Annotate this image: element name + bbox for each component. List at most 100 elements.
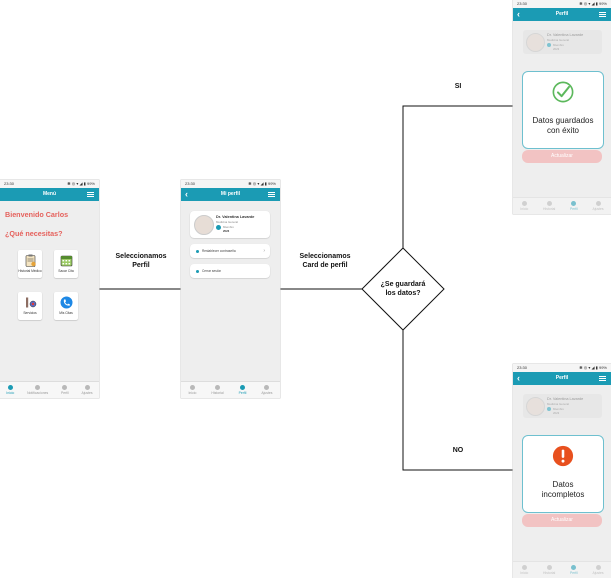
option-label: Cerrar sesión [202,269,222,273]
yes-label: SI [454,83,462,90]
status-time: 23:30 [4,181,15,186]
hamburger-menu-icon[interactable] [599,12,606,17]
history-icon [215,385,221,390]
status-time: 23:30 [185,181,196,186]
option-label: Restablecer contraseña [202,249,236,253]
nav-label: Perfil [570,571,578,575]
app-bar: ‹ Mi perfil [181,188,280,201]
tile-label: Mis Citas [59,311,73,315]
question-text: ¿Qué necesitas? [5,229,63,238]
nav-item-perfil[interactable]: Perfil [570,201,578,211]
welcome-text: Bienvenido Carlos [5,210,69,219]
avatar [526,33,545,52]
tile-historial-medico[interactable]: Historial Médico [18,250,42,278]
nav-label: Historial [211,391,224,395]
profile-name: Dr. Valentina Lavarde [216,215,255,219]
nav-item-historial[interactable]: Historial [543,565,555,575]
profile-name: Dr. Valentina Lavarde [547,397,584,401]
gear-icon [595,201,601,206]
nav-item-historial[interactable]: Historial [543,201,555,211]
decision-label-line2: los datos? [385,289,421,297]
nav-item-inicio[interactable]: Inicio [520,565,528,575]
tile-mis-citas[interactable]: Mis Citas [54,292,78,320]
tile-label: Historial Médico [18,269,42,273]
calendar-icon [60,255,72,267]
home-icon [521,201,527,206]
nav-label: Historial [543,207,556,211]
nav-label: Historial [543,571,556,575]
paw-icon [216,225,221,230]
bottom-nav: Inicio Historial Perfil Ajustes [513,197,611,214]
app-bar: ‹ Perfil [513,372,611,385]
bottom-nav: Inicio Notificaciones Perfil Ajustes [0,381,99,398]
nav-item-inicio[interactable]: Inicio [520,201,528,211]
avatar [194,215,214,235]
home-icon [521,565,527,570]
nav-item-inicio[interactable]: Inicio [6,385,14,395]
nav-item-ajustes[interactable]: Ajustes [592,201,604,211]
status-bar: 23:30 ✽ ◎ ▾ ◢ ▮ 99% [513,364,611,372]
history-icon [546,201,552,206]
nav-item-perfil[interactable]: Perfil [61,385,69,395]
paw-icon [547,43,551,47]
step2-label: Seleccionamos Card de perfil [288,252,362,270]
chevron-right-icon: › [263,248,265,254]
nav-label: Notificaciones [27,391,49,395]
nav-item-notificaciones[interactable]: Notificaciones [27,385,48,395]
nav-item-ajustes[interactable]: Ajustes [261,385,272,395]
profile-name: Dr. Valentina Lavarde [547,33,584,37]
nav-label: Inicio [520,571,529,575]
lock-icon [196,249,199,253]
connector-yes [402,105,513,248]
reset-password-option[interactable]: Restablecer contraseña › [190,244,270,258]
home-icon [7,385,13,390]
avatar [526,397,545,416]
paw-icon [547,407,551,411]
profile-meta-value: 2023 [553,46,560,51]
nav-item-perfil[interactable]: Perfil [238,385,247,395]
nav-item-perfil[interactable]: Perfil [570,565,578,575]
tile-sacar-cita[interactable]: Sacar Cita [54,250,78,278]
nav-label: Ajustes [261,391,273,395]
profile-card[interactable]: Dr. Valentina Lavarde Medicina General M… [190,211,270,238]
gear-icon [595,565,601,570]
success-screen: 23:30 ✽ ◎ ▾ ◢ ▮ 99% ‹ Perfil Dr. Valenti… [513,0,611,214]
medical-equipment-icon [25,297,36,308]
app-bar-title: Menú [42,191,57,197]
status-bar: 23:30 ✽ ◎ ▾ ◢ ▮ 99% [0,180,99,188]
update-button[interactable]: Actualizar [522,514,602,527]
nav-item-ajustes[interactable]: Ajustes [81,385,93,395]
error-dialog: Datos incompletos [522,435,604,513]
gear-icon [84,385,90,390]
nav-item-historial[interactable]: Historial [211,385,224,395]
nav-item-ajustes[interactable]: Ajustes [592,565,604,575]
hamburger-menu-icon[interactable] [87,192,94,197]
checkmark-icon [552,81,574,103]
history-icon [546,565,552,570]
hamburger-menu-icon[interactable] [599,376,606,381]
nav-label: Perfil [238,391,247,395]
app-bar: ‹ Perfil [513,8,611,21]
update-button[interactable]: Actualizar [522,150,602,163]
profile-meta-value: 2023 [223,228,230,233]
step2-label-line1: Seleccionamos [299,253,351,260]
step1-label-line1: Seleccionamos [115,253,167,260]
hamburger-menu-icon[interactable] [268,192,275,197]
gear-icon [264,385,270,390]
nav-label: Perfil [60,391,69,395]
status-indicators: ✽ ◎ ▾ ◢ ▮ 99% [579,365,607,370]
clipboard-icon [25,254,36,267]
tile-servicios[interactable]: Servicios [18,292,42,320]
logout-option[interactable]: Cerrar sesión [190,264,270,278]
error-message-line1: Datos [552,480,574,489]
step1-label-line2: Perfil [132,262,150,269]
logout-icon [196,269,199,273]
error-screen: 23:30 ✽ ◎ ▾ ◢ ▮ 99% ‹ Perfil Dr. Valenti… [513,364,611,578]
decision-label: ¿Se guardará los datos? [375,281,431,298]
bottom-nav: Inicio Historial Perfil Ajustes [181,381,280,398]
nav-label: Inicio [6,391,15,395]
user-icon [62,385,68,390]
nav-label: Inicio [520,207,529,211]
user-icon [571,201,577,206]
nav-item-inicio[interactable]: Inicio [188,385,196,395]
